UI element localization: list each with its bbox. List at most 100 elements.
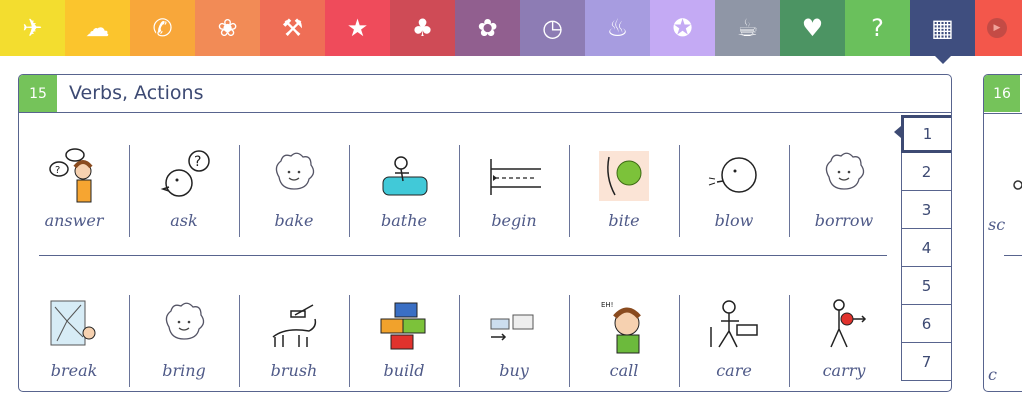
drink-icon: ☕	[736, 14, 759, 42]
category-tab-next[interactable]: ▶	[975, 0, 1022, 56]
blow-pictogram-icon	[708, 157, 757, 193]
category-tab-airplane[interactable]: ✈	[0, 0, 65, 56]
category-tab-drink[interactable]: ☕	[715, 0, 780, 56]
page-tab-2[interactable]: 2	[901, 153, 951, 191]
word-label: care	[716, 361, 752, 380]
word-label: bite	[608, 211, 640, 230]
word-label: call	[609, 361, 639, 380]
word-card-build[interactable]: build	[349, 295, 459, 387]
svg-text:?: ?	[194, 154, 201, 170]
category-tab-clapperboard[interactable]: ▦	[910, 0, 975, 64]
word-card-bathe[interactable]: bathe	[349, 145, 459, 237]
page-tab-5[interactable]: 5	[901, 267, 951, 305]
page-tab-4[interactable]: 4	[901, 229, 951, 267]
word-card-call[interactable]: EH! call	[569, 295, 679, 387]
word-label: answer	[44, 211, 104, 230]
panel-title: Verbs, Actions	[69, 82, 204, 104]
page-tab-1[interactable]: 1	[901, 115, 951, 153]
category-tab-star[interactable]: ★	[325, 0, 390, 56]
word-row-2: break bring brush build buy EH! call care carry	[19, 295, 899, 391]
row-divider	[39, 255, 887, 256]
word-card-begin[interactable]: begin	[459, 145, 569, 237]
word-label: blow	[714, 211, 754, 230]
build-pictogram-icon	[380, 302, 426, 350]
footprint-icon: ✿	[477, 14, 498, 42]
bake-pictogram-icon	[275, 152, 315, 190]
next-panel-number-badge: 16	[984, 75, 1020, 112]
next-icon: ▶	[987, 18, 1007, 38]
heart-icon: ♥	[801, 14, 824, 42]
begin-pictogram-icon	[490, 159, 541, 195]
brush-pictogram-icon	[272, 304, 317, 347]
word-label: break	[50, 361, 98, 380]
word-card-blow[interactable]: blow	[679, 145, 789, 237]
word-label: buy	[499, 361, 529, 380]
word-card-carry[interactable]: carry	[789, 295, 899, 387]
word-card-borrow[interactable]: borrow	[789, 145, 899, 237]
active-page-pointer	[894, 126, 901, 138]
care-pictogram-icon	[710, 300, 758, 348]
clock-icon: ◷	[542, 14, 563, 42]
cloud-icon: ☁	[85, 14, 110, 42]
telephone-icon: ✆	[152, 14, 173, 42]
clapperboard-icon: ▦	[931, 14, 954, 42]
next-vocabulary-panel[interactable]: 16 sc c	[983, 74, 1022, 392]
word-card-buy[interactable]: buy	[459, 295, 569, 387]
word-card-bite[interactable]: bite	[569, 145, 679, 237]
next-panel-header-line	[984, 113, 1022, 114]
word-label: bring	[162, 361, 206, 380]
page-tab-3[interactable]: 3	[901, 191, 951, 229]
carry-pictogram-icon	[830, 299, 867, 348]
word-card-care[interactable]: care	[679, 295, 789, 387]
question-icon: ?	[871, 14, 884, 42]
page-tab-7[interactable]: 7	[901, 343, 951, 381]
call-pictogram-icon: EH!	[601, 301, 641, 354]
word-row-1: ? answer ? ask bake bathe begin bite blow borrow	[19, 145, 899, 243]
word-label: bathe	[381, 211, 427, 230]
word-card-bake[interactable]: bake	[239, 145, 349, 237]
category-tab-telephone[interactable]: ✆	[130, 0, 195, 56]
category-tab-cake[interactable]: ♨	[585, 0, 650, 56]
category-tab-hammer[interactable]: ⚒	[260, 0, 325, 56]
buy-pictogram-icon	[490, 314, 534, 341]
tree-icon: ♣	[411, 14, 434, 42]
svg-text:?: ?	[55, 165, 60, 176]
bathe-pictogram-icon	[382, 156, 428, 196]
category-tab-bar: ✈ ☁ ✆ ❀ ⚒ ★ ♣ ✿ ◷ ♨ ✪ ☕ ♥? ▦ ▶	[0, 0, 1022, 64]
category-tab-footprint[interactable]: ✿	[455, 0, 520, 56]
ask-pictogram-icon: ?	[160, 150, 210, 197]
break-pictogram-icon	[50, 300, 96, 346]
category-tab-compass[interactable]: ✪	[650, 0, 715, 56]
cake-icon: ♨	[606, 14, 629, 42]
word-card-brush[interactable]: brush	[239, 295, 349, 387]
word-card-break[interactable]: break	[19, 295, 129, 387]
hammer-icon: ⚒	[281, 14, 304, 42]
category-tab-question[interactable]: ?	[845, 0, 910, 56]
borrow-pictogram-icon	[825, 152, 865, 190]
compass-icon: ✪	[672, 14, 693, 42]
airplane-icon: ✈	[22, 14, 43, 42]
word-label: begin	[491, 211, 537, 230]
bring-pictogram-icon	[165, 302, 205, 340]
page-tab-6[interactable]: 6	[901, 305, 951, 343]
category-tab-heart[interactable]: ♥	[780, 0, 845, 56]
rabbit-icon: ❀	[217, 14, 238, 42]
word-card-answer[interactable]: ? answer	[19, 145, 129, 237]
category-tab-clock[interactable]: ◷	[520, 0, 585, 56]
category-tab-rabbit[interactable]: ❀	[195, 0, 260, 56]
bite-pictogram-icon	[599, 151, 649, 201]
word-label: bake	[274, 211, 314, 230]
category-tab-cloud[interactable]: ☁	[65, 0, 130, 56]
word-card-bring[interactable]: bring	[129, 295, 239, 387]
category-tab-tree[interactable]: ♣	[390, 0, 455, 56]
word-card-ask[interactable]: ? ask	[129, 145, 239, 237]
word-label: borrow	[814, 211, 874, 230]
panel-number-badge: 15	[19, 75, 57, 112]
word-label: build	[383, 361, 425, 380]
app-stage: { "tabs": [ {"icon": "airplane-icon", "g…	[0, 0, 1022, 409]
word-label: carry	[822, 361, 866, 380]
vocabulary-panel: 15 Verbs, Actions ? answer? ask bake bathe be…	[18, 74, 952, 392]
word-label: brush	[270, 361, 318, 380]
partial-symbol-icon	[1013, 180, 1022, 190]
next-panel-row-divider	[1004, 255, 1022, 256]
